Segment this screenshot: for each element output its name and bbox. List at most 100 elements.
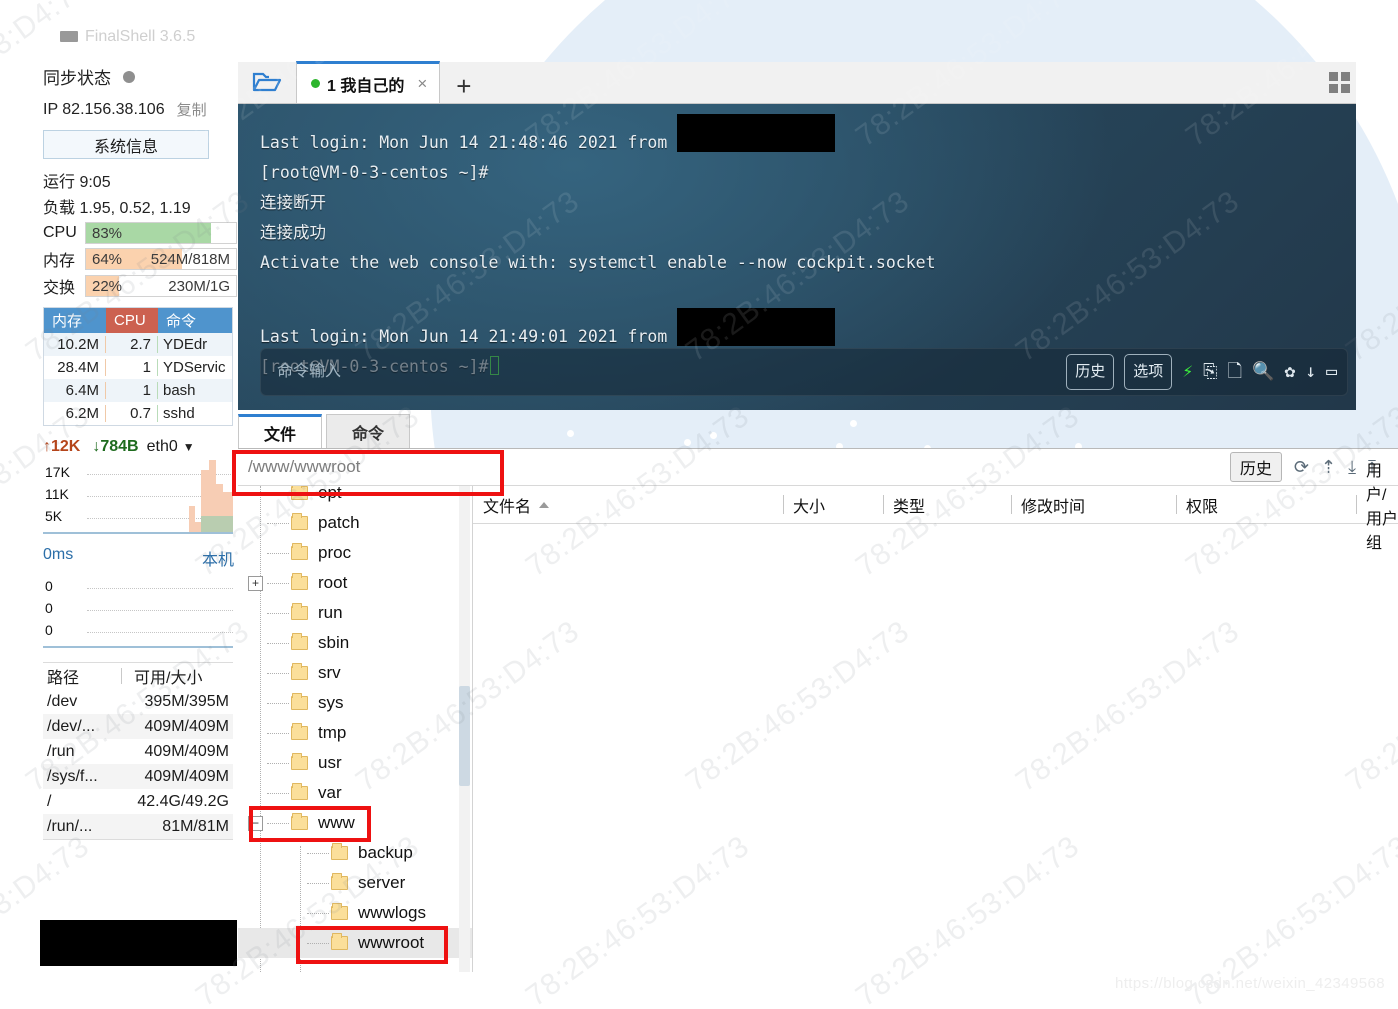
process-command: sshd bbox=[163, 405, 195, 422]
process-col-memory[interactable]: 内存 bbox=[44, 308, 106, 333]
open-folder-icon[interactable] bbox=[238, 61, 296, 103]
column-filename-label: 文件名 bbox=[483, 498, 532, 516]
tree-connector bbox=[307, 882, 329, 884]
ping-host-label: 本机 bbox=[201, 552, 234, 569]
column-size[interactable]: 大小 bbox=[783, 486, 883, 523]
disk-usage-table: 路径 可用/大小 /dev 395M/395M/dev/... 409M/409M /… bbox=[43, 662, 233, 840]
terminal-line: Activate the web console with: systemctl… bbox=[260, 248, 1356, 278]
refresh-icon[interactable]: ⟳ bbox=[1294, 458, 1309, 476]
process-row[interactable]: 28.4M 1 YDServic bbox=[44, 356, 232, 379]
terminal-options-button[interactable]: 选项 bbox=[1124, 354, 1173, 390]
tree-node-proc[interactable]: proc bbox=[238, 538, 472, 568]
expand-icon[interactable]: + bbox=[248, 575, 263, 591]
window-icon[interactable]: ▭ bbox=[1326, 363, 1337, 381]
terminal-line: Last login: Mon Jun 14 21:48:46 2021 fro… bbox=[260, 114, 1356, 158]
network-interface-label: eth0 bbox=[146, 438, 178, 455]
sync-status-label: 同步状态 bbox=[43, 69, 111, 88]
disk-row[interactable]: /run/... 81M/81M bbox=[43, 814, 233, 839]
file-history-button[interactable]: 历史 bbox=[1229, 452, 1282, 482]
tree-node-opt[interactable]: opt bbox=[238, 486, 472, 508]
upload-arrow-icon[interactable]: ⇡ bbox=[1321, 458, 1336, 476]
chevron-down-icon[interactable]: ▼ bbox=[183, 440, 195, 454]
directory-tree[interactable]: opt patch proc + root run sbin srv sys tmp usr var −… bbox=[238, 486, 473, 972]
system-monitor-sidebar: 同步状态 IP 82.156.38.106 复制 系统信息 运行 9:05 负载… bbox=[40, 60, 237, 920]
network-y-label-2: 5K bbox=[45, 508, 63, 524]
tree-node-patch[interactable]: patch bbox=[238, 508, 472, 538]
paste-icon[interactable]: 🗋 bbox=[1228, 363, 1242, 381]
process-row[interactable]: 10.2M 2.7 YDEdr bbox=[44, 333, 232, 356]
copy-ip-button[interactable]: 复制 bbox=[177, 99, 207, 120]
tree-node-wwwroot[interactable]: wwwroot bbox=[238, 928, 472, 958]
tree-node-root[interactable]: + root bbox=[238, 568, 472, 598]
tree-node-sys[interactable]: sys bbox=[238, 688, 472, 718]
network-download-icon: ↓ bbox=[92, 438, 101, 455]
column-type[interactable]: 类型 bbox=[883, 486, 1011, 523]
terminal-history-button[interactable]: 历史 bbox=[1066, 354, 1115, 390]
tree-node-server[interactable]: server bbox=[238, 868, 472, 898]
command-input-placeholder[interactable]: 命令输入 bbox=[277, 357, 341, 387]
process-table-header: 内存 CPU 命令 bbox=[44, 308, 232, 333]
layout-grid-icon[interactable] bbox=[1329, 72, 1350, 93]
tree-scrollbar-thumb[interactable] bbox=[459, 686, 470, 786]
file-manager-panel: 文件 命令 历史 ⟳ ⇡ ⤓ ⤒ opt patch proc + root run sbi… bbox=[238, 414, 1398, 974]
disk-row[interactable]: / 42.4G/49.2G bbox=[43, 789, 233, 814]
folder-icon bbox=[291, 783, 308, 800]
column-owner-group[interactable]: 用户/用户组 bbox=[1356, 463, 1398, 552]
path-input[interactable] bbox=[238, 449, 484, 485]
disk-row[interactable]: /run 409M/409M bbox=[43, 739, 233, 764]
search-icon[interactable]: 🔍 bbox=[1252, 363, 1274, 381]
tree-node-label: www bbox=[318, 813, 355, 832]
network-download-value: 784B bbox=[100, 438, 139, 455]
gear-icon[interactable]: ✿ bbox=[1284, 363, 1295, 381]
tree-node-wwwlogs[interactable]: wwwlogs bbox=[238, 898, 472, 928]
tab-files[interactable]: 文件 bbox=[238, 414, 322, 448]
terminal-line-text: [root@VM-0-3-centos ~]# bbox=[260, 163, 489, 182]
tree-node-usr[interactable]: usr bbox=[238, 748, 472, 778]
tree-node-www[interactable]: − www bbox=[238, 808, 472, 838]
tree-node-backup[interactable]: backup bbox=[238, 838, 472, 868]
tree-node-run[interactable]: run bbox=[238, 598, 472, 628]
tree-connector bbox=[307, 942, 329, 944]
tree-node-label: wwwroot bbox=[358, 933, 425, 952]
tree-node-label: var bbox=[318, 783, 342, 802]
disk-size: 81M/81M bbox=[162, 817, 229, 835]
file-list-body[interactable] bbox=[473, 524, 1398, 972]
download-icon[interactable]: ↓ bbox=[1305, 363, 1316, 381]
file-list-header: 文件名 大小 类型 修改时间 权限 用户/用户组 bbox=[473, 463, 1398, 552]
new-tab-button[interactable]: + bbox=[440, 73, 487, 103]
process-memory: 6.4M bbox=[44, 382, 106, 399]
cpu-meter-label: CPU bbox=[43, 224, 77, 241]
collapse-icon[interactable]: − bbox=[248, 815, 263, 831]
disk-row[interactable]: /dev 395M/395M bbox=[43, 689, 233, 714]
close-icon[interactable]: × bbox=[417, 74, 427, 94]
column-modified[interactable]: 修改时间 bbox=[1011, 486, 1176, 523]
tree-node-tmp[interactable]: tmp bbox=[238, 718, 472, 748]
system-info-button[interactable]: 系统信息 bbox=[43, 130, 209, 159]
column-filename[interactable]: 文件名 bbox=[473, 486, 783, 523]
command-input-bar[interactable]: 命令输入 历史 选项 ⚡ ⎘ 🗋 🔍 ✿ ↓ ▭ bbox=[260, 348, 1348, 396]
process-row[interactable]: 6.4M 1 bash bbox=[44, 379, 232, 402]
folder-icon bbox=[331, 903, 348, 920]
terminal-output[interactable]: Last login: Mon Jun 14 21:48:46 2021 fro… bbox=[238, 104, 1356, 410]
file-list[interactable]: 文件名 大小 类型 修改时间 权限 用户/用户组 bbox=[473, 463, 1398, 972]
disk-row[interactable]: /sys/f... 409M/409M bbox=[43, 764, 233, 789]
tree-node-srv[interactable]: srv bbox=[238, 658, 472, 688]
bolt-icon[interactable]: ⚡ bbox=[1182, 363, 1193, 381]
column-permissions[interactable]: 权限 bbox=[1176, 486, 1356, 523]
tree-node-var[interactable]: var bbox=[238, 778, 472, 808]
process-row[interactable]: 6.2M 0.7 sshd bbox=[44, 402, 232, 425]
copy-icon[interactable]: ⎘ bbox=[1203, 363, 1217, 381]
tab-commands[interactable]: 命令 bbox=[326, 414, 410, 448]
path-bar: 历史 ⟳ ⇡ ⤓ ⤒ bbox=[238, 448, 1398, 486]
download-file-icon[interactable]: ⤓ bbox=[1348, 458, 1356, 476]
process-col-cpu[interactable]: CPU bbox=[106, 308, 158, 333]
terminal-tab-1[interactable]: 1 我自己的 × bbox=[296, 61, 441, 103]
process-col-command[interactable]: 命令 bbox=[158, 308, 232, 333]
process-table[interactable]: 内存 CPU 命令 10.2M 2.7 YDEdr 28.4M 1 YDServic 6.4… bbox=[43, 307, 233, 426]
disk-row[interactable]: /dev/... 409M/409M bbox=[43, 714, 233, 739]
memory-meter: 64% 524M/818M bbox=[85, 248, 237, 270]
folder-icon bbox=[291, 753, 308, 770]
tree-node-sbin[interactable]: sbin bbox=[238, 628, 472, 658]
